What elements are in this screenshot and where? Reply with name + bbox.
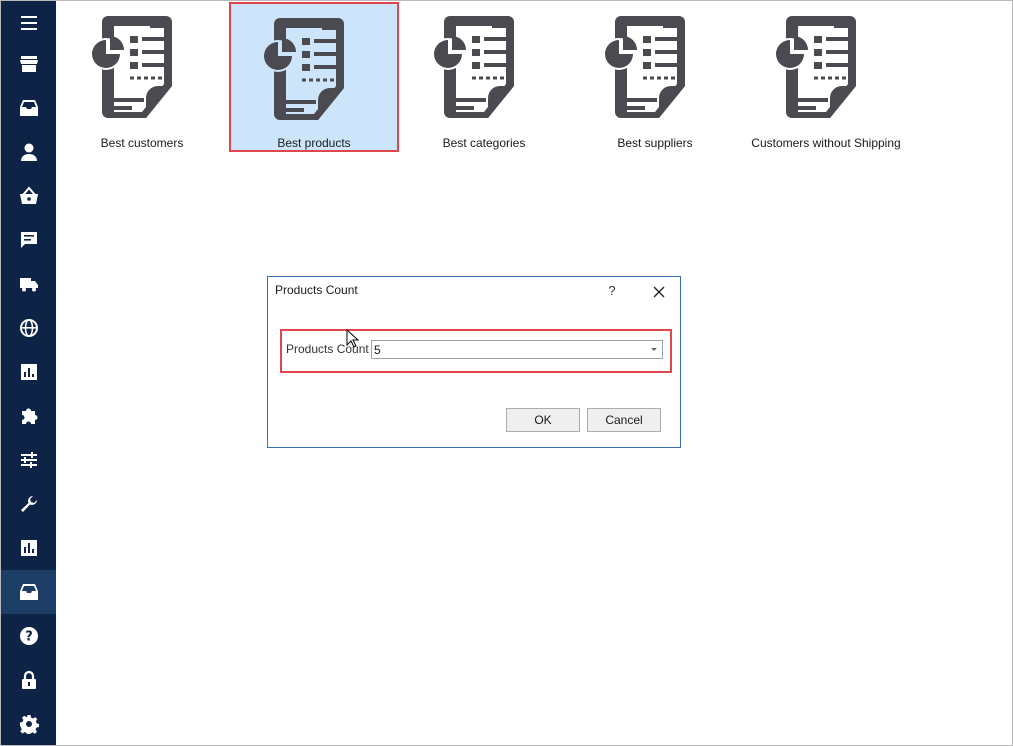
sidebar-item-orders[interactable] [1,174,56,218]
products-count-dialog: Products Count ? Products Count 5 OK Can… [267,276,681,448]
sidebar-item-messages[interactable] [1,218,56,262]
sidebar-item-reports[interactable] [1,526,56,570]
bar-chart-icon [20,364,37,380]
report-tile-best-suppliers[interactable]: Best suppliers [570,2,740,152]
report-label: Customers without Shipping [751,136,901,150]
report-tile-best-categories[interactable]: Best categories [399,2,569,152]
products-count-value: 5 [374,343,381,357]
sidebar-item-help[interactable]: ? [1,614,56,658]
sidebar-item-archive[interactable] [1,570,56,614]
report-document-icon [90,16,172,118]
close-button[interactable] [650,283,668,301]
ok-button[interactable]: OK [506,408,580,432]
store-icon [19,56,38,72]
report-document-icon [774,16,856,118]
svg-text:?: ? [25,630,33,645]
sidebar-item-settings[interactable] [1,702,56,746]
report-tile-customers-without-shipping[interactable]: Customers without Shipping [741,2,911,152]
sidebar-item-customers[interactable] [1,130,56,174]
dropdown-arrow-icon[interactable] [651,348,657,351]
basket-icon [19,186,38,204]
truck-icon [19,278,38,292]
report-document-icon [603,16,685,118]
report-label: Best suppliers [617,136,693,150]
archive-icon [19,584,38,600]
sidebar-item-modules[interactable] [1,394,56,438]
report-tile-best-products[interactable]: Best products [229,2,399,152]
report-label: Best categories [442,136,526,150]
sliders-icon [20,452,37,468]
report-tile-best-customers[interactable]: Best customers [57,2,227,152]
globe-icon [19,319,38,337]
chat-icon [20,232,37,248]
sidebar: ? [1,1,56,745]
sidebar-item-inbox[interactable] [1,86,56,130]
help-button[interactable]: ? [604,283,620,299]
sidebar-item-settings-sliders[interactable] [1,438,56,482]
lock-icon [21,670,36,689]
dialog-title: Products Count [275,283,358,297]
menu-icon [20,16,37,30]
sidebar-item-store[interactable] [1,42,56,86]
puzzle-icon [21,408,38,424]
wrench-icon [20,496,37,512]
close-icon [653,286,665,298]
inbox-icon [19,100,38,116]
report-document-icon [432,16,514,118]
sidebar-item-lock[interactable] [1,658,56,702]
person-icon [20,143,37,161]
sidebar-item-shipping[interactable] [1,262,56,306]
cancel-button[interactable]: Cancel [587,408,661,432]
help-icon: ? [19,627,38,645]
products-count-dropdown[interactable]: 5 [371,340,663,359]
sidebar-item-tools[interactable] [1,482,56,526]
report-label: Best products [277,136,351,150]
report-icon [20,540,37,556]
gear-icon [19,715,39,734]
report-document-icon [262,18,344,120]
report-label: Best customers [100,136,184,150]
sidebar-item-stats[interactable] [1,350,56,394]
mouse-pointer-icon [346,329,360,348]
sidebar-menu[interactable] [1,1,56,45]
sidebar-item-international[interactable] [1,306,56,350]
